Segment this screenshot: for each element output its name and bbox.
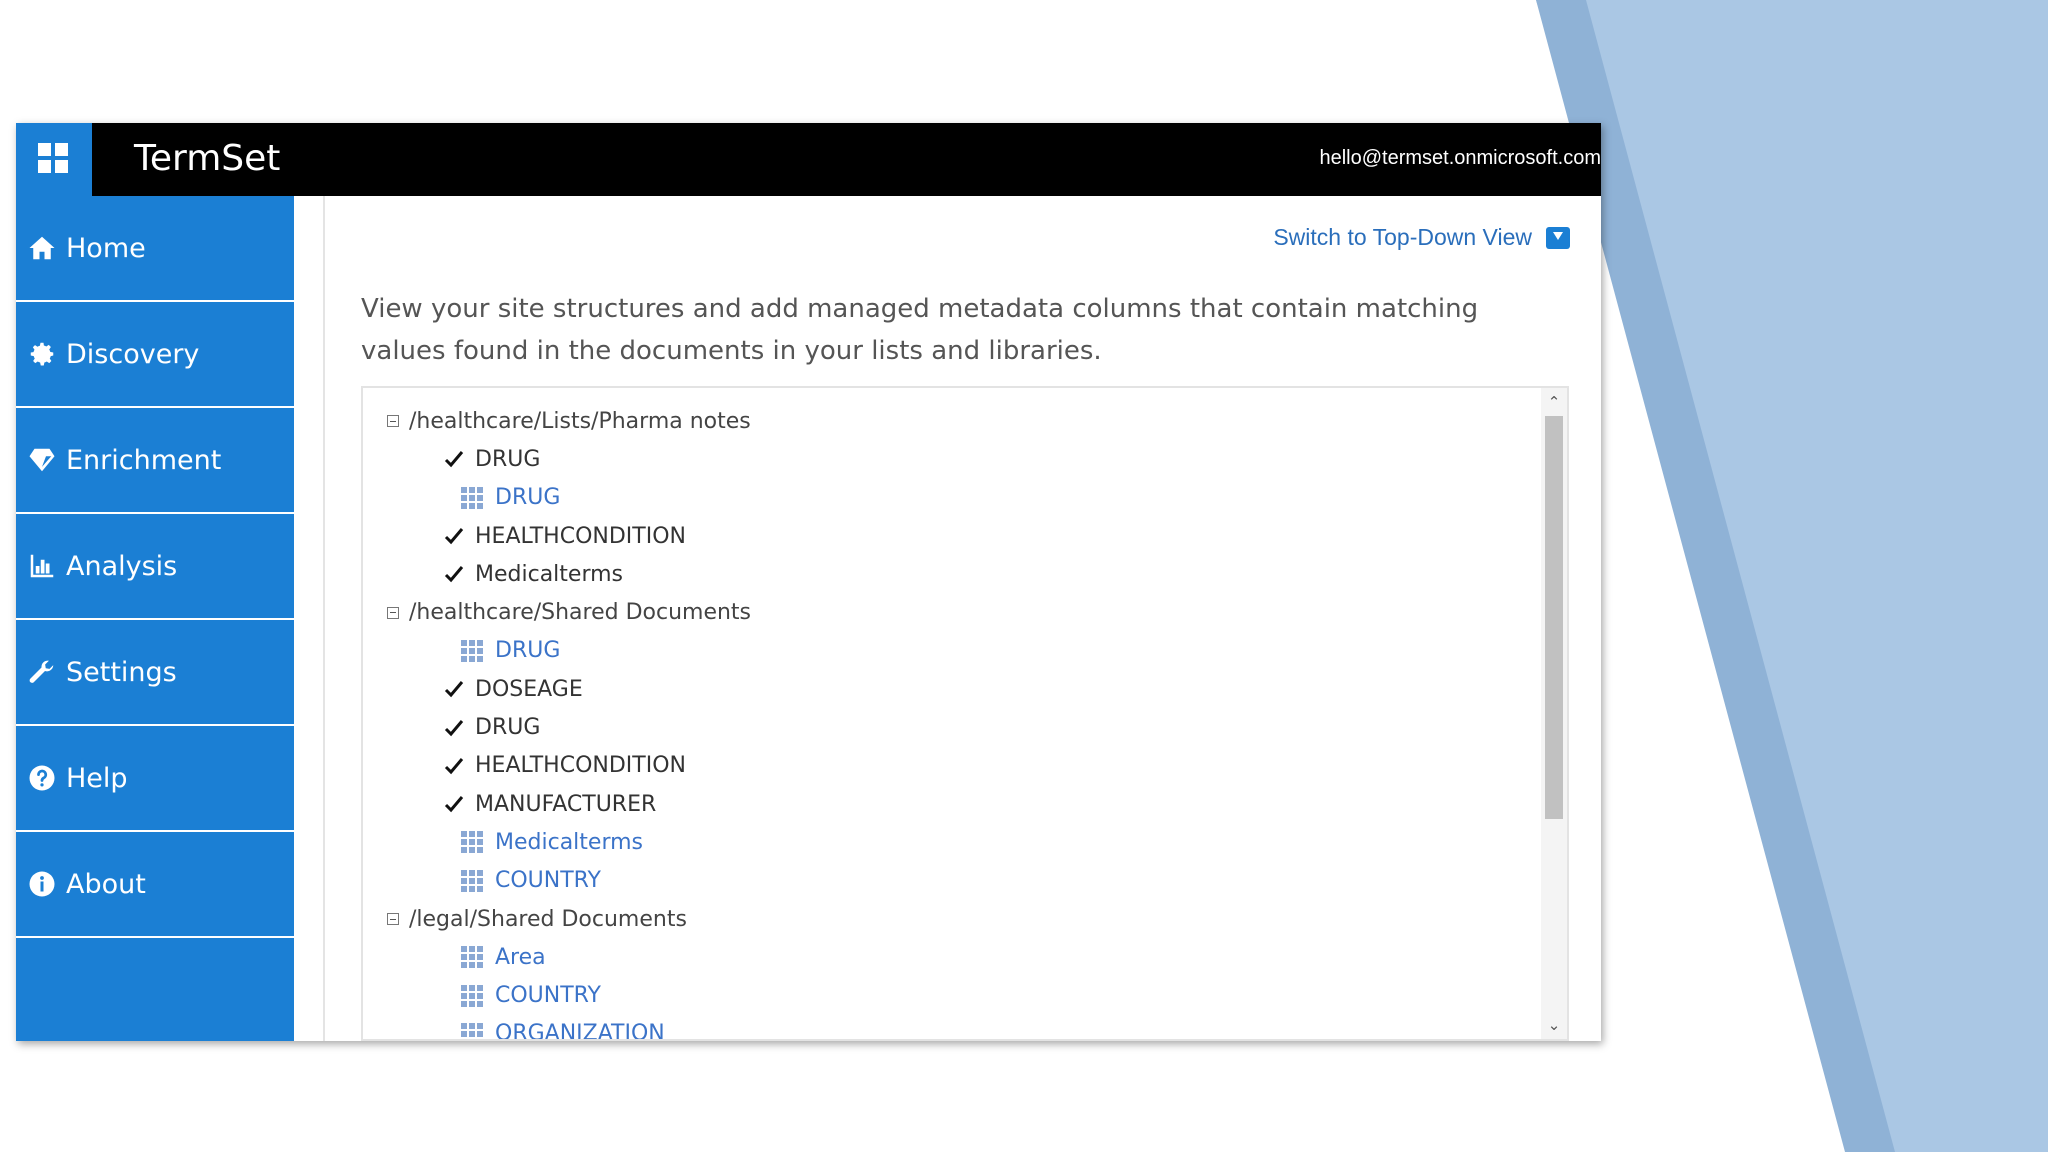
main-content: Switch to Top-Down View View your site s…: [325, 196, 1601, 1041]
switch-view-link[interactable]: Switch to Top-Down View: [1273, 224, 1570, 251]
sidebar-item-label: Analysis: [66, 550, 178, 582]
column-label: HEALTHCONDITION: [475, 753, 686, 779]
scroll-thumb[interactable]: [1545, 416, 1563, 819]
folder-path-label: /healthcare/Lists/Pharma notes: [409, 408, 751, 434]
term-link[interactable]: DRUG: [495, 485, 560, 510]
column-label: DRUG: [475, 715, 541, 741]
column-label: Medicalterms: [475, 561, 623, 587]
app-title: TermSet: [134, 138, 281, 179]
term-link[interactable]: ORGANIZATION: [495, 1021, 665, 1039]
grid-icon: [461, 639, 485, 662]
tree-term-row: DRUG: [363, 632, 1543, 670]
bar-chart-icon: [26, 550, 58, 582]
tree-term-row: COUNTRY: [363, 976, 1543, 1014]
checkmark-icon: [443, 755, 465, 777]
tree-column-row: HEALTHCONDITION: [363, 517, 1543, 555]
tree-column-row: DOSEAGE: [363, 670, 1543, 708]
sidebar-item-settings[interactable]: Settings: [16, 620, 294, 726]
tree-column-row: MANUFACTURER: [363, 785, 1543, 823]
tree-column-row: DRUG: [363, 440, 1543, 478]
switch-view-label: Switch to Top-Down View: [1273, 224, 1532, 250]
tree-folder-row: /healthcare/Shared Documents: [363, 593, 1543, 631]
sidebar-item-analysis[interactable]: Analysis: [16, 514, 294, 620]
question-circle-icon: [26, 762, 58, 794]
tree-list: /healthcare/Lists/Pharma notes DRUG DRUG HE…: [363, 402, 1543, 1039]
user-email[interactable]: hello@termset.onmicrosoft.com: [1319, 142, 1601, 174]
app-launcher-icon: [38, 143, 68, 173]
slide: TermSet hello@termset.onmicrosoft.com Ho…: [0, 0, 2048, 1152]
site-structure-tree: /healthcare/Lists/Pharma notes DRUG DRUG HE…: [361, 386, 1569, 1041]
scroll-down-arrow-icon[interactable]: ⌄: [1541, 1013, 1567, 1037]
folder-path-label: /legal/Shared Documents: [409, 906, 687, 932]
checkmark-icon: [443, 525, 465, 547]
term-link[interactable]: COUNTRY: [495, 983, 601, 1008]
column-label: HEALTHCONDITION: [475, 523, 686, 549]
sidebar-item-label: Discovery: [66, 338, 200, 370]
sidebar-item-help[interactable]: Help: [16, 726, 294, 832]
sidebar-item-about[interactable]: About: [16, 832, 294, 938]
sidebar-item-label: Home: [66, 232, 146, 264]
term-link[interactable]: Medicalterms: [495, 830, 643, 855]
checkmark-icon: [443, 793, 465, 815]
tree-term-row: Medicalterms: [363, 823, 1543, 861]
gear-icon: [26, 338, 58, 370]
tree-column-row: DRUG: [363, 708, 1543, 746]
app-screenshot: TermSet hello@termset.onmicrosoft.com Ho…: [16, 123, 1601, 1041]
sidebar-item-enrichment[interactable]: Enrichment: [16, 408, 294, 514]
grid-icon: [461, 946, 485, 969]
column-label: DRUG: [475, 446, 541, 472]
checkmark-icon: [443, 717, 465, 739]
vertical-scrollbar[interactable]: ⌃ ⌄: [1541, 388, 1567, 1039]
top-bar: TermSet hello@termset.onmicrosoft.com: [16, 123, 1601, 196]
collapse-toggle-icon[interactable]: [387, 415, 399, 428]
download-box-icon: [1546, 226, 1570, 249]
sidebar-item-discovery[interactable]: Discovery: [16, 302, 294, 408]
wrench-icon: [26, 656, 58, 688]
term-link[interactable]: COUNTRY: [495, 868, 601, 893]
grid-icon: [461, 1022, 485, 1039]
sidebar-item-home[interactable]: Home: [16, 196, 294, 302]
tree-term-row: COUNTRY: [363, 862, 1543, 900]
tree-column-row: Medicalterms: [363, 555, 1543, 593]
sidebar-item-label: Help: [66, 762, 128, 794]
home-icon: [26, 232, 58, 264]
sidebar-item-label: About: [66, 868, 146, 900]
tree-folder-row: /legal/Shared Documents: [363, 900, 1543, 938]
tree-term-row: DRUG: [363, 479, 1543, 517]
grid-icon: [461, 486, 485, 509]
tree-term-row: ORGANIZATION: [363, 1015, 1543, 1039]
column-label: MANUFACTURER: [475, 791, 657, 817]
tree-folder-row: /healthcare/Lists/Pharma notes: [363, 402, 1543, 440]
grid-icon: [461, 984, 485, 1007]
collapse-toggle-icon[interactable]: [387, 606, 399, 619]
collapse-toggle-icon[interactable]: [387, 913, 399, 925]
term-link[interactable]: DRUG: [495, 638, 560, 663]
checkmark-icon: [443, 678, 465, 700]
grid-icon: [461, 831, 485, 854]
intro-text: View your site structures and add manage…: [361, 294, 1479, 366]
app-launcher-button[interactable]: [16, 123, 92, 196]
column-label: DOSEAGE: [475, 676, 583, 702]
term-link[interactable]: Area: [495, 945, 546, 970]
folder-path-label: /healthcare/Shared Documents: [409, 600, 752, 626]
scroll-up-arrow-icon[interactable]: ⌃: [1541, 390, 1567, 414]
checkmark-icon: [443, 563, 465, 585]
sidebar-item-label: Settings: [66, 656, 177, 688]
tree-column-row: HEALTHCONDITION: [363, 747, 1543, 785]
grid-icon: [461, 869, 485, 892]
tree-term-row: Area: [363, 938, 1543, 976]
sidebar-nav: Home Discovery Enrichment Analysis Setti…: [16, 196, 294, 1041]
checkmark-icon: [443, 448, 465, 470]
diamond-icon: [26, 444, 58, 476]
sidebar-item-label: Enrichment: [66, 444, 222, 476]
info-circle-icon: [26, 868, 58, 900]
